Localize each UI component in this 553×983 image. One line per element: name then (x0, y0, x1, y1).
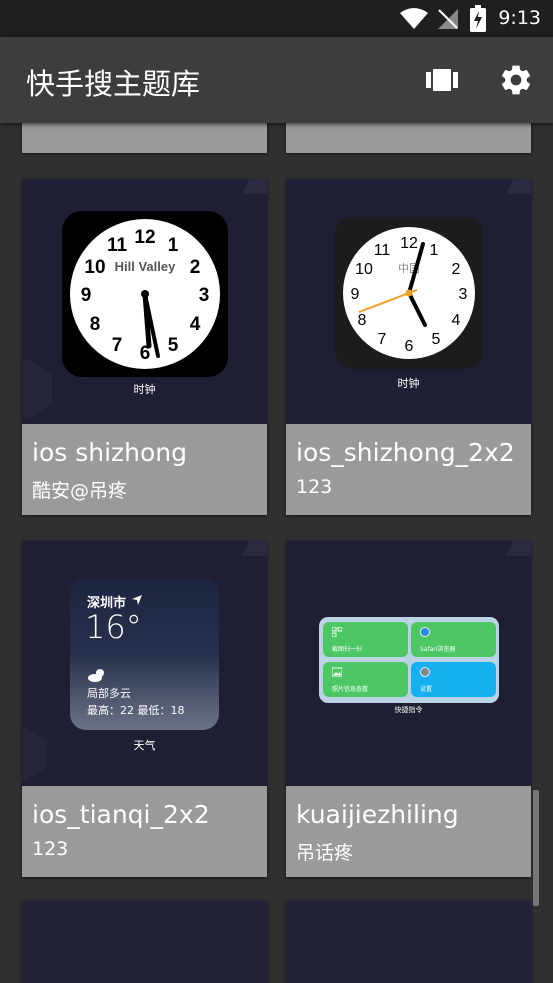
card-footer: ios_shizhong_2x2 123 (286, 424, 531, 515)
clock-number: 6 (405, 338, 414, 355)
theme-name: ios shizhong (32, 438, 188, 467)
theme-card-partial[interactable] (286, 901, 531, 983)
clock-face: 12 1 2 3 4 5 6 7 8 9 10 11 Hill Valley (70, 219, 220, 369)
scrollbar[interactable] (533, 790, 539, 906)
theme-grid: 12 1 2 3 4 5 6 7 8 9 10 11 Hill Valley 时… (0, 123, 553, 983)
clock-number: 5 (168, 335, 179, 356)
theme-name: kuaijiezhiling (296, 800, 459, 829)
hexagon-decoration (242, 179, 267, 194)
battery-charging-icon (470, 5, 486, 32)
clock-number: 11 (107, 235, 128, 256)
theme-name: ios_tianqi_2x2 (32, 800, 210, 829)
clock-label: Hill Valley (115, 259, 176, 274)
shortcut-label: Safari浏览器 (420, 646, 456, 653)
theme-preview: 截图扫一扫 Safari浏览器 照片信息查看 设置 快捷指令 (286, 541, 531, 786)
wifi-icon (400, 8, 428, 29)
shortcut-tile: 截图扫一扫 (323, 622, 408, 657)
clock-number: 9 (81, 285, 92, 306)
weather-range: 最高：22 最低：18 (87, 704, 185, 717)
clock-number: 8 (90, 314, 101, 335)
clock-number: 3 (459, 286, 468, 303)
widget-caption: 时钟 (397, 377, 420, 390)
clock-number: 4 (452, 312, 461, 329)
no-signal-icon (438, 9, 458, 29)
view-carousel-icon (426, 69, 458, 91)
cloudy-moon-icon (88, 669, 104, 682)
theme-card-partial[interactable] (22, 901, 267, 983)
clock-face: 12 1 2 3 4 5 6 7 8 9 10 11 中国 (343, 227, 475, 359)
hexagon-decoration (22, 726, 47, 781)
widget-caption: 天气 (133, 739, 156, 752)
theme-name: ios_shizhong_2x2 (296, 438, 515, 467)
hexagon-decoration (506, 541, 531, 556)
clock-number: 10 (355, 261, 373, 278)
shortcuts-widget: 截图扫一扫 Safari浏览器 照片信息查看 设置 (319, 617, 499, 703)
settings-button[interactable] (498, 62, 534, 98)
hexagon-decoration (506, 179, 531, 194)
theme-preview: 12 1 2 3 4 5 6 7 8 9 10 11 中国 时钟 (286, 179, 531, 424)
clock-number: 12 (134, 227, 155, 248)
clock-number: 10 (84, 257, 105, 278)
page-title: 快手搜主题库 (26, 67, 201, 101)
location-arrow-icon (132, 595, 142, 605)
clock-number: 5 (432, 331, 441, 348)
clock-number: 7 (112, 335, 123, 356)
theme-author: 酷安@吊疼 (32, 480, 128, 502)
theme-card-partial[interactable] (286, 123, 531, 153)
clock-widget: 12 1 2 3 4 5 6 7 8 9 10 11 中国 (335, 217, 483, 369)
card-footer: kuaijiezhiling 吊话疼 (286, 786, 531, 877)
shortcut-tile: 照片信息查看 (323, 662, 408, 697)
clock-number: 12 (400, 235, 418, 252)
weather-temperature: 16° (85, 608, 142, 646)
shortcut-tile: Safari浏览器 (411, 622, 496, 657)
clock-number: 2 (452, 261, 461, 278)
hexagon-decoration (242, 541, 267, 556)
clock-number: 9 (351, 286, 360, 303)
clock-number: 11 (374, 242, 391, 259)
theme-card[interactable]: 深圳市 16° 局部多云 最高：22 最低：18 天气 ios_tianqi_2… (22, 541, 267, 877)
status-bar: 9:13 (0, 0, 553, 37)
shortcut-label: 设置 (420, 686, 433, 693)
shortcut-label: 截图扫一扫 (332, 646, 363, 653)
settings-icon (501, 65, 531, 95)
clock-number: 1 (168, 235, 179, 256)
clock-number: 2 (190, 257, 201, 278)
theme-preview: 12 1 2 3 4 5 6 7 8 9 10 11 Hill Valley 时… (22, 179, 267, 424)
photo-icon (332, 667, 342, 677)
clock-number: 1 (430, 242, 439, 259)
widget-caption: 快捷指令 (394, 706, 423, 714)
clock-number: 8 (358, 312, 367, 329)
clock-widget: 12 1 2 3 4 5 6 7 8 9 10 11 Hill Valley (62, 211, 228, 377)
weather-widget: 深圳市 16° 局部多云 最高：22 最低：18 (70, 578, 219, 730)
widget-caption: 时钟 (133, 383, 156, 396)
view-carousel-button[interactable] (424, 62, 460, 98)
theme-author: 吊话疼 (296, 842, 354, 864)
theme-card-partial[interactable] (22, 123, 267, 153)
shortcut-label: 照片信息查看 (332, 686, 369, 693)
theme-preview: 深圳市 16° 局部多云 最高：22 最低：18 天气 (22, 541, 267, 786)
weather-condition: 局部多云 (87, 687, 131, 700)
shortcut-tile: 设置 (411, 662, 496, 697)
theme-author: 123 (32, 838, 69, 860)
safari-icon (420, 627, 430, 637)
card-footer: ios_tianqi_2x2 123 (22, 786, 267, 877)
theme-card[interactable]: 12 1 2 3 4 5 6 7 8 9 10 11 中国 时钟 ios_shi… (286, 179, 531, 515)
clock-number: 7 (378, 331, 387, 348)
status-time: 9:13 (498, 7, 541, 29)
clock-number: 3 (199, 285, 210, 306)
card-footer: ios shizhong 酷安@吊疼 (22, 424, 267, 515)
theme-card[interactable]: 截图扫一扫 Safari浏览器 照片信息查看 设置 快捷指令 kuaijiezh… (286, 541, 531, 877)
settings-gear-icon (420, 667, 430, 677)
theme-card[interactable]: 12 1 2 3 4 5 6 7 8 9 10 11 Hill Valley 时… (22, 179, 267, 515)
qr-scan-icon (332, 627, 342, 637)
clock-number: 4 (190, 314, 201, 335)
theme-author: 123 (296, 476, 333, 498)
app-bar: 快手搜主题库 (0, 37, 553, 123)
